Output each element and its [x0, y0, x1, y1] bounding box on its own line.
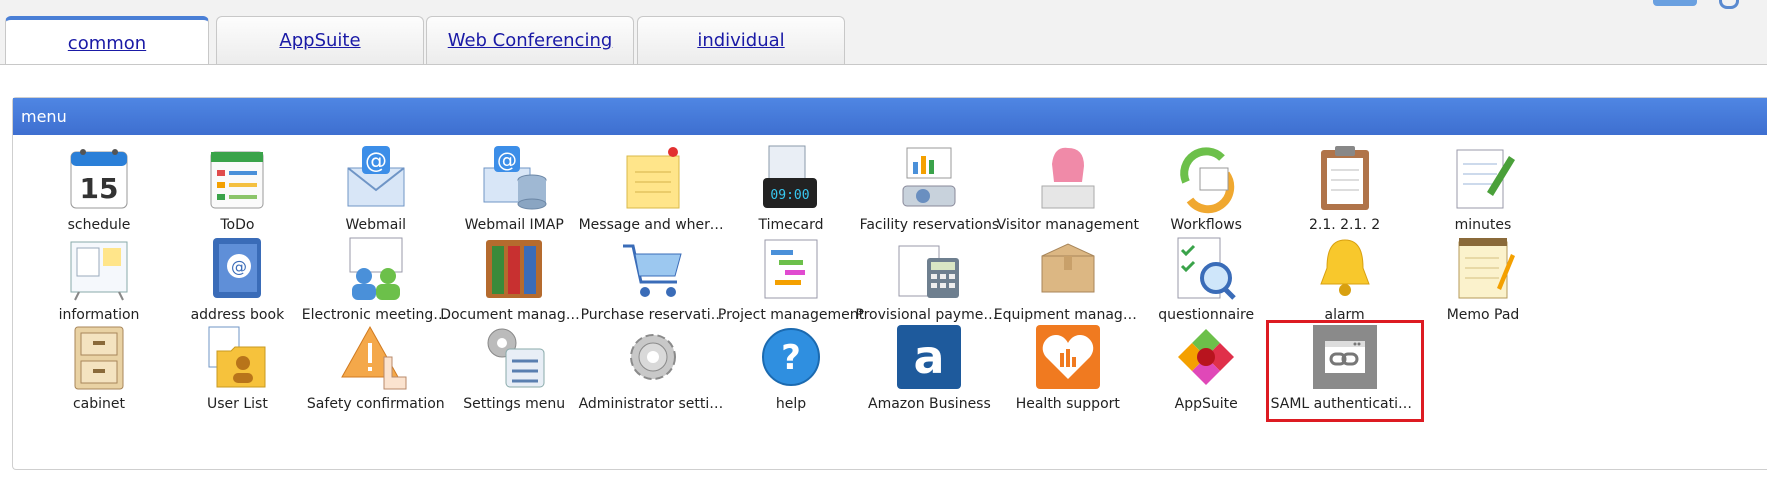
menu-item-health-support[interactable]: Health support [990, 321, 1146, 421]
binders-icon [478, 232, 550, 304]
menu-item-memo-pad[interactable]: Memo Pad [1405, 232, 1561, 332]
menu-item-amazon-business[interactable]: a Amazon Business [851, 321, 1007, 421]
appsuite-petals-icon [1170, 321, 1242, 393]
sticky-note-icon [617, 142, 689, 214]
menu-item-label: Memo Pad [1446, 306, 1520, 323]
gear-icon [617, 321, 689, 393]
settings-list-icon [478, 321, 550, 393]
menu-item-provisional-paymen[interactable]: Provisional paymen… [851, 232, 1007, 332]
svg-text:?: ? [781, 338, 801, 378]
menu-item-minutes[interactable]: minutes [1405, 142, 1561, 242]
saml-link-icon [1309, 321, 1381, 393]
tab-panel: menu 15 schedule ToDo @ Webmail @ Webmail IMAP… [0, 64, 1767, 483]
menu-item-appsuite[interactable]: AppSuite [1128, 321, 1284, 421]
menu-item-safety-confirmation[interactable]: Safety confirmation [298, 321, 454, 421]
menu-item-address-book[interactable]: @ address book [159, 232, 315, 332]
svg-text:@: @ [497, 148, 517, 172]
menu-item-label: Administrator settings [578, 396, 731, 412]
filing-cabinet-icon [63, 321, 135, 393]
menu-item-schedule[interactable]: 15 schedule [21, 142, 177, 242]
mail-envelope-icon: @ [340, 142, 412, 214]
search-icon[interactable] [1719, 0, 1739, 9]
menu-item-2-1-2-1-2[interactable]: 2.1. 2.1. 2 [1267, 142, 1423, 242]
menu-item-label: Amazon Business [868, 396, 991, 412]
svg-text:09:00: 09:00 [770, 188, 809, 203]
gantt-chart-icon [755, 232, 827, 304]
menu-item-label: SAML authenticatio… [1270, 396, 1421, 412]
menu-item-label: cabinet [72, 396, 126, 412]
todo-list-icon [201, 142, 273, 214]
menu-item-label: Health support [1015, 396, 1120, 412]
amazon-logo-icon: a [893, 321, 965, 393]
calendar-icon: 15 [63, 142, 135, 214]
svg-text:15: 15 [80, 172, 119, 205]
mail-database-icon: @ [478, 142, 550, 214]
menu-item-saml-authenticatio[interactable]: SAML authenticatio… [1265, 320, 1424, 422]
meeting-people-icon [340, 232, 412, 304]
menu-item-document-manage[interactable]: Document manage… [436, 232, 592, 332]
menu-header: menu [13, 98, 1767, 135]
menu-item-todo[interactable]: ToDo [159, 142, 315, 242]
user-folder-icon [201, 321, 273, 393]
memo-pad-icon [1447, 232, 1519, 304]
menu-item-webmail[interactable]: @ Webmail [298, 142, 454, 242]
calculator-icon [893, 232, 965, 304]
workflow-arrows-icon [1170, 142, 1242, 214]
svg-text:a: a [914, 330, 945, 384]
receptionist-icon [1032, 142, 1104, 214]
shopping-cart-icon [617, 232, 689, 304]
address-book-icon: @ [201, 232, 273, 304]
bell-icon [1309, 232, 1381, 304]
menu-item-label: Settings menu [463, 396, 566, 412]
menu-item-label: User List [206, 396, 268, 412]
menu-item-administrator-settings[interactable]: Administrator settings [575, 321, 731, 421]
health-heart-icon [1032, 321, 1104, 393]
menu-item-label: AppSuite [1174, 396, 1238, 412]
menu-item-visitor-management[interactable]: Visitor management [990, 142, 1146, 242]
menu-item-electronic-meeting[interactable]: Electronic meeting … [298, 232, 454, 332]
clipboard-icon [1309, 142, 1381, 214]
menu-item-equipment-manage[interactable]: Equipment manage… [990, 232, 1146, 332]
top-right-toolbar-icon[interactable] [1653, 0, 1697, 6]
menu-item-workflows[interactable]: Workflows [1128, 142, 1284, 242]
tab-individual[interactable]: individual [637, 16, 845, 64]
menu-item-user-list[interactable]: User List [159, 321, 315, 421]
menu-item-label: help [775, 396, 807, 412]
checklist-search-icon [1170, 232, 1242, 304]
menu-item-questionnaire[interactable]: questionnaire [1128, 232, 1284, 332]
menu-item-alarm[interactable]: alarm [1267, 232, 1423, 332]
tab-label[interactable]: AppSuite [279, 30, 360, 51]
tab-label[interactable]: individual [697, 30, 784, 51]
tab-label[interactable]: Web Conferencing [448, 30, 613, 51]
menu-item-timecard[interactable]: 09:00 Timecard [713, 142, 869, 242]
notepad-pen-icon [1447, 142, 1519, 214]
menu-item-cabinet[interactable]: cabinet [21, 321, 177, 421]
menu-item-webmail-imap[interactable]: @ Webmail IMAP [436, 142, 592, 242]
menu-portlet: menu 15 schedule ToDo @ Webmail @ Webmail IMAP… [12, 97, 1767, 470]
tab-common[interactable]: common [5, 16, 209, 66]
menu-item-information[interactable]: information [21, 232, 177, 332]
timecard-clock-icon: 09:00 [755, 142, 827, 214]
tab-label[interactable]: common [68, 33, 146, 54]
menu-item-label: Safety confirmation [306, 396, 445, 412]
svg-text:@: @ [365, 149, 387, 174]
menu-item-project-management[interactable]: Project management [713, 232, 869, 332]
cardboard-box-icon [1032, 232, 1104, 304]
menu-item-facility-reservations[interactable]: Facility reservations [851, 142, 1007, 242]
menu-item-message-and-where[interactable]: Message and where… [575, 142, 731, 242]
menu-item-purchase-reservati[interactable]: Purchase reservati… [575, 232, 731, 332]
svg-text:@: @ [231, 257, 247, 276]
tab-appsuite[interactable]: AppSuite [216, 16, 424, 64]
projector-icon [893, 142, 965, 214]
menu-item-settings-menu[interactable]: Settings menu [436, 321, 592, 421]
tab-web-conferencing[interactable]: Web Conferencing [426, 16, 634, 64]
help-question-icon: ? [755, 321, 827, 393]
warning-hand-icon [340, 321, 412, 393]
menu-item-help[interactable]: ? help [713, 321, 869, 421]
bulletin-board-icon [63, 232, 135, 304]
